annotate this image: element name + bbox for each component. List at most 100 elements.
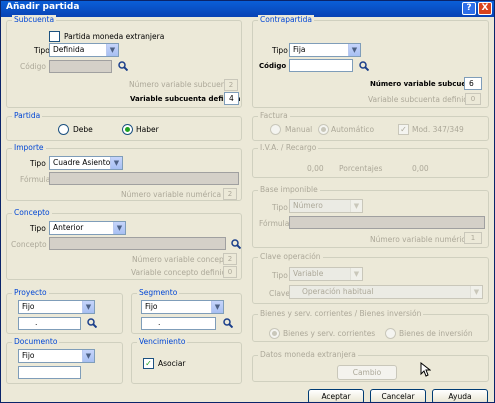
subcuenta-tipo-value: Definida xyxy=(53,45,85,54)
title-bar[interactable]: Añadir partida ? X xyxy=(1,1,494,17)
check-icon: ✓ xyxy=(145,359,152,368)
base-imponible-legend: Base imponible xyxy=(258,185,320,194)
ayuda-button[interactable]: Ayuda xyxy=(432,389,488,402)
base-tipo-select[interactable]: Número ▼ xyxy=(289,199,363,213)
cambio-button[interactable]: Cambio xyxy=(337,365,397,380)
debe-radio[interactable] xyxy=(58,124,69,135)
concepto-text-label: Concepto xyxy=(11,240,47,249)
subcuenta-var-def-input[interactable]: 4 xyxy=(224,92,239,105)
concepto-tipo-label: Tipo xyxy=(30,224,46,233)
asociar-checkbox[interactable]: ✓ xyxy=(143,358,154,369)
importe-tipo-label: Tipo xyxy=(30,159,46,168)
clave-value: Operación habitual xyxy=(302,287,374,296)
contrapartida-var-def-field: 0 xyxy=(465,93,481,105)
base-num-var-field: 1 xyxy=(464,232,482,244)
documento-legend: Documento xyxy=(12,337,60,346)
clave-select[interactable]: Operación habitual ▼ xyxy=(289,285,483,299)
chevron-down-icon[interactable]: ▼ xyxy=(470,286,482,298)
segmento-input-value: . xyxy=(158,318,161,327)
base-formula-label: Fórmula xyxy=(259,219,290,228)
search-icon[interactable] xyxy=(118,61,128,71)
subcuenta-codigo-label: Código xyxy=(20,62,47,71)
chevron-down-icon[interactable]: ▼ xyxy=(110,157,122,169)
chevron-down-icon[interactable]: ▼ xyxy=(350,268,362,280)
dialog-window: Añadir partida ? X Subcuenta Partida mon… xyxy=(0,0,495,403)
importe-tipo-select[interactable]: Cuadre Asiento ▼ xyxy=(49,156,123,170)
moneda-extranjera-legend: Datos moneda extranjera xyxy=(258,350,358,359)
aceptar-button[interactable]: Aceptar xyxy=(308,389,364,402)
importe-formula-label: Fórmula xyxy=(20,175,51,184)
bienes-corrientes-label: Bienes y serv. corrientes xyxy=(283,329,376,338)
moneda-extranjera-label: Partida moneda extranjera xyxy=(64,32,165,41)
automatico-label: Automático xyxy=(331,125,375,134)
mod-347-label: Mod. 347/349 xyxy=(412,125,464,134)
factura-legend: Factura xyxy=(258,111,290,120)
importe-formula-input[interactable] xyxy=(49,172,239,185)
subcuenta-num-var-field: 2 xyxy=(224,79,238,91)
subcuenta-legend: Subcuenta xyxy=(12,15,57,24)
clave-label: Clave xyxy=(269,289,290,298)
subcuenta-tipo-label: Tipo xyxy=(34,46,50,55)
contrapartida-legend: Contrapartida xyxy=(258,15,315,24)
subcuenta-codigo-input[interactable] xyxy=(49,60,112,73)
concepto-text-input[interactable] xyxy=(49,237,226,250)
documento-input[interactable] xyxy=(18,366,81,379)
concepto-tipo-select[interactable]: Anterior ▼ xyxy=(49,221,126,235)
chevron-down-icon[interactable]: ▼ xyxy=(106,44,118,56)
bienes-legend: Bienes y serv. corrientes / Bienes inver… xyxy=(258,309,424,318)
chevron-down-icon[interactable]: ▼ xyxy=(82,350,94,362)
bienes-inversion-radio[interactable] xyxy=(385,328,396,339)
concepto-num-var-field: 2 xyxy=(223,253,237,265)
chevron-down-icon[interactable]: ▼ xyxy=(82,301,94,313)
documento-tipo-select[interactable]: Fijo ▼ xyxy=(18,349,95,363)
clave-operacion-legend: Clave operación xyxy=(258,252,323,261)
proyecto-tipo-value: Fijo xyxy=(22,302,35,311)
porcentajes-label: Porcentajes xyxy=(339,164,383,173)
contrapartida-num-var-input[interactable]: 6 xyxy=(464,77,482,90)
iva-panel: I.V.A. / Recargo xyxy=(252,143,489,178)
search-icon[interactable] xyxy=(223,318,233,328)
chevron-down-icon[interactable]: ▼ xyxy=(350,200,362,212)
contrapartida-codigo-input[interactable] xyxy=(289,59,353,72)
search-icon[interactable] xyxy=(231,239,241,249)
mod-347-checkbox[interactable]: ✓ xyxy=(398,124,409,135)
proyecto-input-value: . xyxy=(35,318,38,327)
subcuenta-tipo-select[interactable]: Definida ▼ xyxy=(49,43,119,57)
documento-tipo-value: Fijo xyxy=(22,351,35,360)
haber-label: Haber xyxy=(136,125,159,134)
cancelar-button[interactable]: Cancelar xyxy=(370,389,426,402)
search-icon[interactable] xyxy=(87,318,97,328)
base-num-var-label: Número variable numérica xyxy=(370,235,471,244)
base-formula-input[interactable] xyxy=(289,216,485,229)
proyecto-input[interactable]: . xyxy=(18,317,81,330)
manual-radio[interactable] xyxy=(270,124,281,135)
window-title: Añadir partida xyxy=(6,2,80,12)
bienes-corrientes-radio[interactable] xyxy=(269,328,280,339)
contrapartida-num-var-value: 6 xyxy=(469,79,474,88)
clave-tipo-select[interactable]: Variable ▼ xyxy=(289,267,363,281)
segmento-tipo-select[interactable]: Fijo ▼ xyxy=(141,300,224,314)
segmento-input[interactable]: . xyxy=(141,317,216,330)
search-icon[interactable] xyxy=(359,61,369,71)
chevron-down-icon[interactable]: ▼ xyxy=(211,301,223,313)
help-title-button[interactable]: ? xyxy=(462,2,476,15)
contrapartida-tipo-select[interactable]: Fija ▼ xyxy=(289,43,361,57)
subcuenta-var-def-value: 4 xyxy=(229,94,234,103)
close-title-button[interactable]: X xyxy=(478,2,492,15)
contrapartida-num-var-label: Número variable subcuenta xyxy=(370,80,480,88)
haber-radio[interactable] xyxy=(122,124,133,135)
chevron-down-icon[interactable]: ▼ xyxy=(113,222,125,234)
iva-value-1: 0,00 xyxy=(307,164,324,173)
concepto-var-def-label: Variable concepto definida xyxy=(131,268,231,277)
subcuenta-num-var-label: Número variable subcuenta xyxy=(129,80,234,89)
contrapartida-codigo-label: Código xyxy=(259,62,287,70)
chevron-down-icon[interactable]: ▼ xyxy=(348,44,360,56)
asociar-label: Asociar xyxy=(158,359,186,368)
automatico-radio[interactable] xyxy=(318,124,329,135)
proyecto-legend: Proyecto xyxy=(12,288,49,297)
vencimiento-legend: Vencimiento xyxy=(137,337,188,346)
clave-tipo-label: Tipo xyxy=(272,271,288,280)
proyecto-tipo-select[interactable]: Fijo ▼ xyxy=(18,300,95,314)
moneda-extranjera-checkbox[interactable] xyxy=(49,31,60,42)
clave-tipo-value: Variable xyxy=(293,269,324,278)
